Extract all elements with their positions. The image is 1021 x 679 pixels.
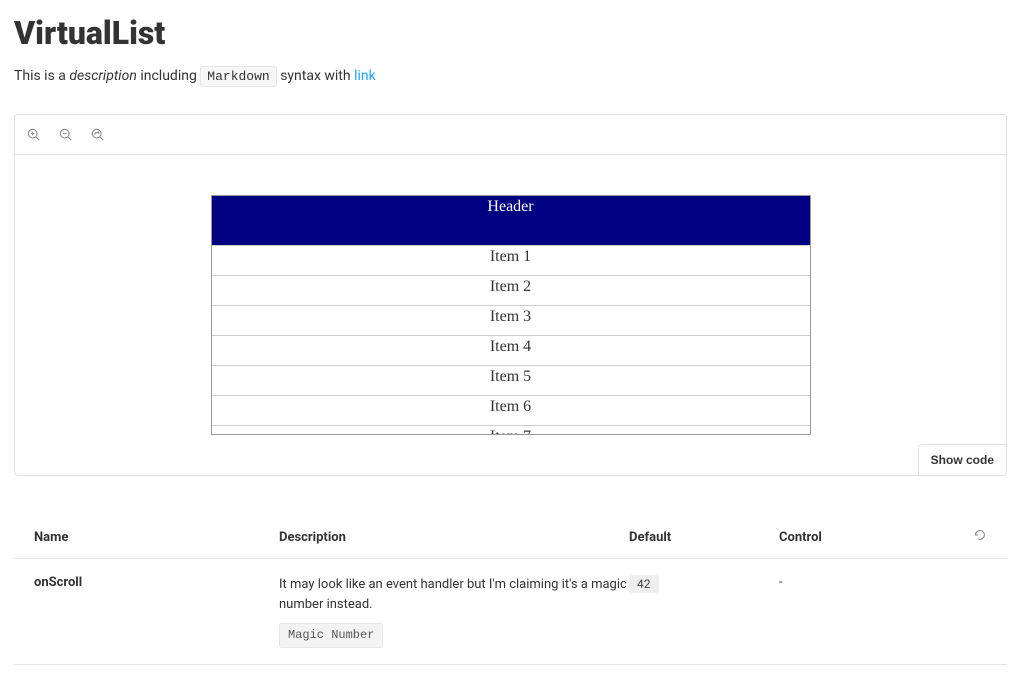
virtual-list[interactable]: Header Item 1 Item 2 Item 3 Item 4 Item … xyxy=(211,195,811,435)
list-item: Item 6 xyxy=(212,396,810,426)
desc-mid: including xyxy=(137,68,200,84)
preview-canvas: Header Item 1 Item 2 Item 3 Item 4 Item … xyxy=(14,114,1007,476)
arg-default: 42 xyxy=(629,575,779,593)
desc-mid2: syntax with xyxy=(277,68,354,84)
desc-code: Markdown xyxy=(200,66,276,87)
default-badge: 42 xyxy=(629,575,659,593)
desc-prefix: This is a xyxy=(14,68,69,84)
col-header-control: Control xyxy=(779,530,959,545)
show-code-button[interactable]: Show code xyxy=(918,444,1007,476)
col-header-name: Name xyxy=(34,530,279,545)
list-item: Item 3 xyxy=(212,306,810,336)
zoom-out-icon[interactable] xyxy=(59,128,73,142)
args-table: Name Description Default Control onScrol… xyxy=(14,516,1007,665)
page-title: VirtualList xyxy=(14,14,1007,52)
arg-name: onScroll xyxy=(34,575,279,590)
arg-control: - xyxy=(779,575,959,590)
list-item: Item 5 xyxy=(212,366,810,396)
desc-italic: description xyxy=(69,68,137,84)
col-header-default: Default xyxy=(629,530,779,545)
arg-desc-text: It may look like an event handler but I'… xyxy=(279,575,629,615)
list-item: Item 7 xyxy=(212,426,810,435)
list-item: Item 1 xyxy=(212,246,810,276)
list-item: Item 2 xyxy=(212,276,810,306)
zoom-reset-icon[interactable] xyxy=(91,128,105,142)
table-row: onScroll It may look like an event handl… xyxy=(14,559,1007,665)
desc-link[interactable]: link xyxy=(354,68,376,84)
arg-type-tag: Magic Number xyxy=(279,623,383,648)
reset-controls[interactable] xyxy=(959,528,987,546)
zoom-in-icon[interactable] xyxy=(27,128,41,142)
list-item: Item 4 xyxy=(212,336,810,366)
col-header-description: Description xyxy=(279,530,629,545)
args-header-row: Name Description Default Control xyxy=(14,516,1007,559)
preview-toolbar xyxy=(15,115,1006,155)
undo-icon xyxy=(973,528,987,546)
preview-area: Header Item 1 Item 2 Item 3 Item 4 Item … xyxy=(15,155,1006,475)
virtual-list-header: Header xyxy=(212,196,810,246)
description: This is a description including Markdown… xyxy=(14,68,1007,84)
